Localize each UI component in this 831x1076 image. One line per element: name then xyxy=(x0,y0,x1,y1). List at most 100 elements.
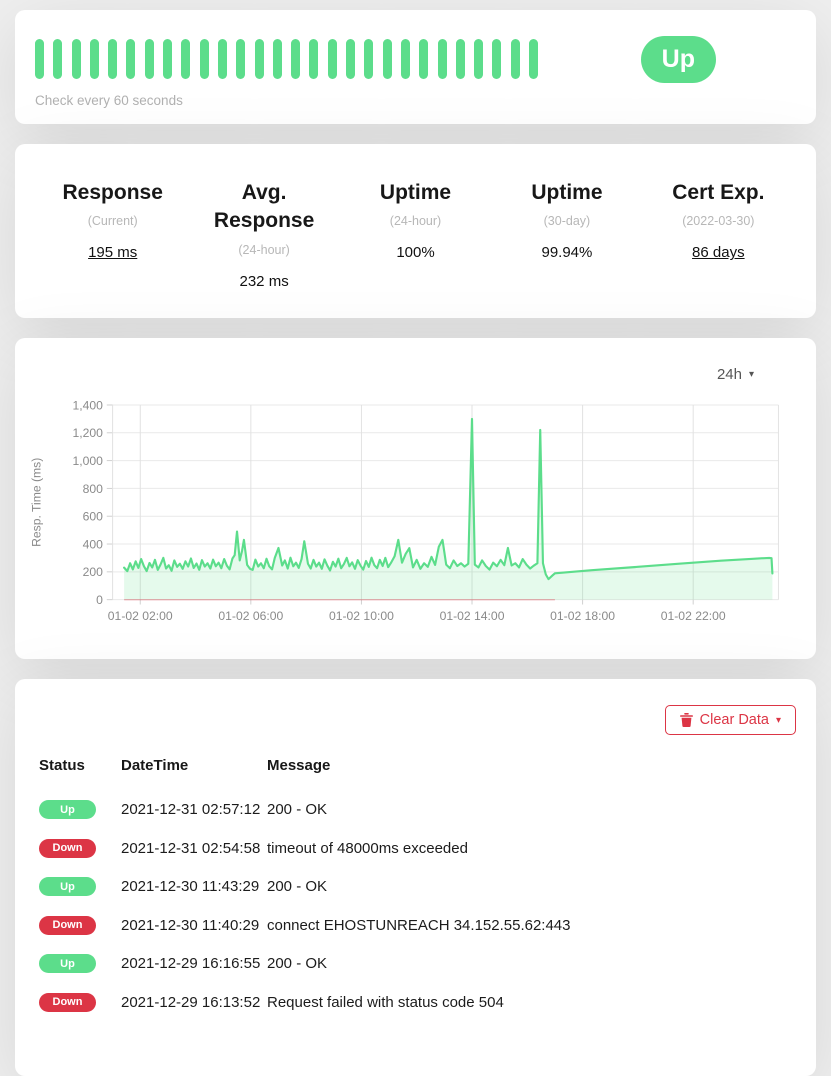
heartbeat-bar[interactable] xyxy=(346,39,355,79)
svg-text:1,200: 1,200 xyxy=(72,427,103,441)
heartbeat-bar[interactable] xyxy=(309,39,318,79)
heartbeat-bar[interactable] xyxy=(328,39,337,79)
heartbeat-bar[interactable] xyxy=(401,39,410,79)
stat-title: Uptime xyxy=(346,179,485,208)
column-header-datetime: DateTime xyxy=(121,751,267,790)
stat-title: Response xyxy=(43,179,182,208)
stat-item: Uptime (24-hour) 100% xyxy=(340,179,491,291)
heartbeat-bar[interactable] xyxy=(511,39,520,79)
heartbeat-bar[interactable] xyxy=(255,39,264,79)
event-datetime: 2021-12-31 02:54:58 xyxy=(121,829,267,868)
svg-text:1,000: 1,000 xyxy=(72,454,103,468)
status-badge: Up xyxy=(39,800,96,819)
heartbeat-bar[interactable] xyxy=(364,39,373,79)
stats-card: Response (Current) 195 ms Avg. Response … xyxy=(15,144,816,319)
event-table-body: Up2021-12-31 02:57:12200 - OKDown2021-12… xyxy=(39,790,796,1021)
heartbeat-row: Up xyxy=(35,36,796,83)
status-badge: Down xyxy=(39,993,96,1012)
stat-subtitle: (30-day) xyxy=(497,214,636,228)
event-message: timeout of 48000ms exceeded xyxy=(267,829,796,868)
stat-title: Avg. Response xyxy=(194,179,333,237)
stat-subtitle: (24-hour) xyxy=(194,243,333,257)
stat-value: 232 ms xyxy=(194,273,333,290)
svg-text:200: 200 xyxy=(83,566,104,580)
event-row: Down 2021-12-29 16:13:52Request failed wi… xyxy=(39,983,796,1022)
heartbeat-bar[interactable] xyxy=(529,39,538,79)
chart-card: 24h ▾ 02004006008001,0001,2001,40001-02 … xyxy=(15,338,816,659)
column-header-status: Status xyxy=(39,751,121,790)
heartbeat-bar[interactable] xyxy=(456,39,465,79)
event-datetime: 2021-12-30 11:43:29 xyxy=(121,867,267,906)
heartbeat-bar[interactable] xyxy=(126,39,135,79)
event-table: Status DateTime Message Up 2021-12-31 02:… xyxy=(39,751,796,1021)
event-message: 200 - OK xyxy=(267,944,796,983)
heartbeat-bar[interactable] xyxy=(145,39,154,79)
stat-value: 100% xyxy=(346,244,485,261)
heartbeat-bar[interactable] xyxy=(181,39,190,79)
clear-data-label: Clear Data xyxy=(700,712,769,728)
heartbeat-bar[interactable] xyxy=(108,39,117,79)
svg-text:800: 800 xyxy=(83,482,104,496)
trash-icon xyxy=(680,713,693,727)
svg-text:Resp. Time (ms): Resp. Time (ms) xyxy=(30,458,44,547)
heartbeat-bar[interactable] xyxy=(218,39,227,79)
chevron-down-icon: ▾ xyxy=(776,715,781,726)
status-badge: Down xyxy=(39,916,96,935)
stat-subtitle: (24-hour) xyxy=(346,214,485,228)
heartbeat-bar[interactable] xyxy=(492,39,501,79)
event-row: Down 2021-12-30 11:40:29connect EHOSTUNRE… xyxy=(39,906,796,945)
chevron-down-icon: ▾ xyxy=(749,369,754,380)
svg-text:01-02 10:00: 01-02 10:00 xyxy=(329,610,394,624)
heartbeat-bar[interactable] xyxy=(163,39,172,79)
clear-data-button[interactable]: Clear Data ▾ xyxy=(665,705,796,735)
svg-text:01-02 06:00: 01-02 06:00 xyxy=(218,610,283,624)
heartbeat-bar[interactable] xyxy=(419,39,428,79)
stat-value[interactable]: 195 ms xyxy=(43,244,182,261)
event-message: 200 - OK xyxy=(267,867,796,906)
heartbeat-bar[interactable] xyxy=(236,39,245,79)
status-badge: Up xyxy=(39,877,96,896)
event-row: Down 2021-12-31 02:54:58timeout of 48000m… xyxy=(39,829,796,868)
svg-text:01-02 02:00: 01-02 02:00 xyxy=(108,610,173,624)
heartbeat-bar-list[interactable] xyxy=(35,39,641,79)
stat-value: 99.94% xyxy=(497,244,636,261)
svg-text:01-02 14:00: 01-02 14:00 xyxy=(440,610,505,624)
column-header-message: Message xyxy=(267,751,796,790)
svg-text:01-02 18:00: 01-02 18:00 xyxy=(550,610,615,624)
response-chart[interactable]: 02004006008001,0001,2001,40001-02 02:000… xyxy=(25,388,794,640)
svg-text:600: 600 xyxy=(83,510,104,524)
stat-value[interactable]: 86 days xyxy=(649,244,788,261)
svg-text:0: 0 xyxy=(96,593,103,607)
heartbeat-bar[interactable] xyxy=(35,39,44,79)
heartbeat-bar[interactable] xyxy=(383,39,392,79)
event-datetime: 2021-12-29 16:13:52 xyxy=(121,983,267,1022)
events-card: Clear Data ▾ Status DateTime Message Up 2… xyxy=(15,679,816,1076)
status-badge: Down xyxy=(39,839,96,858)
stat-item: Response (Current) 195 ms xyxy=(37,179,188,291)
stat-item: Cert Exp. (2022-03-30) 86 days xyxy=(643,179,794,291)
stat-item: Uptime (30-day) 99.94% xyxy=(491,179,642,291)
stat-subtitle: (2022-03-30) xyxy=(649,214,788,228)
stat-subtitle: (Current) xyxy=(43,214,182,228)
heartbeat-bar[interactable] xyxy=(200,39,209,79)
event-message: Request failed with status code 504 xyxy=(267,983,796,1022)
check-interval-text: Check every 60 seconds xyxy=(35,93,796,108)
event-datetime: 2021-12-30 11:40:29 xyxy=(121,906,267,945)
event-datetime: 2021-12-31 02:57:12 xyxy=(121,790,267,829)
svg-text:01-02 22:00: 01-02 22:00 xyxy=(661,610,726,624)
event-message: connect EHOSTUNREACH 34.152.55.62:443 xyxy=(267,906,796,945)
heartbeat-bar[interactable] xyxy=(438,39,447,79)
svg-text:1,400: 1,400 xyxy=(72,399,103,413)
chart-period-dropdown[interactable]: 24h ▾ xyxy=(717,366,754,383)
heartbeat-bar[interactable] xyxy=(53,39,62,79)
heartbeat-bar[interactable] xyxy=(273,39,282,79)
heartbeat-bar[interactable] xyxy=(90,39,99,79)
status-badge: Up xyxy=(39,954,96,973)
heartbeat-card: Up Check every 60 seconds xyxy=(15,10,816,124)
stat-item: Avg. Response (24-hour) 232 ms xyxy=(188,179,339,291)
heartbeat-bar[interactable] xyxy=(72,39,81,79)
event-datetime: 2021-12-29 16:16:55 xyxy=(121,944,267,983)
heartbeat-bar[interactable] xyxy=(291,39,300,79)
heartbeat-bar[interactable] xyxy=(474,39,483,79)
stat-title: Uptime xyxy=(497,179,636,208)
